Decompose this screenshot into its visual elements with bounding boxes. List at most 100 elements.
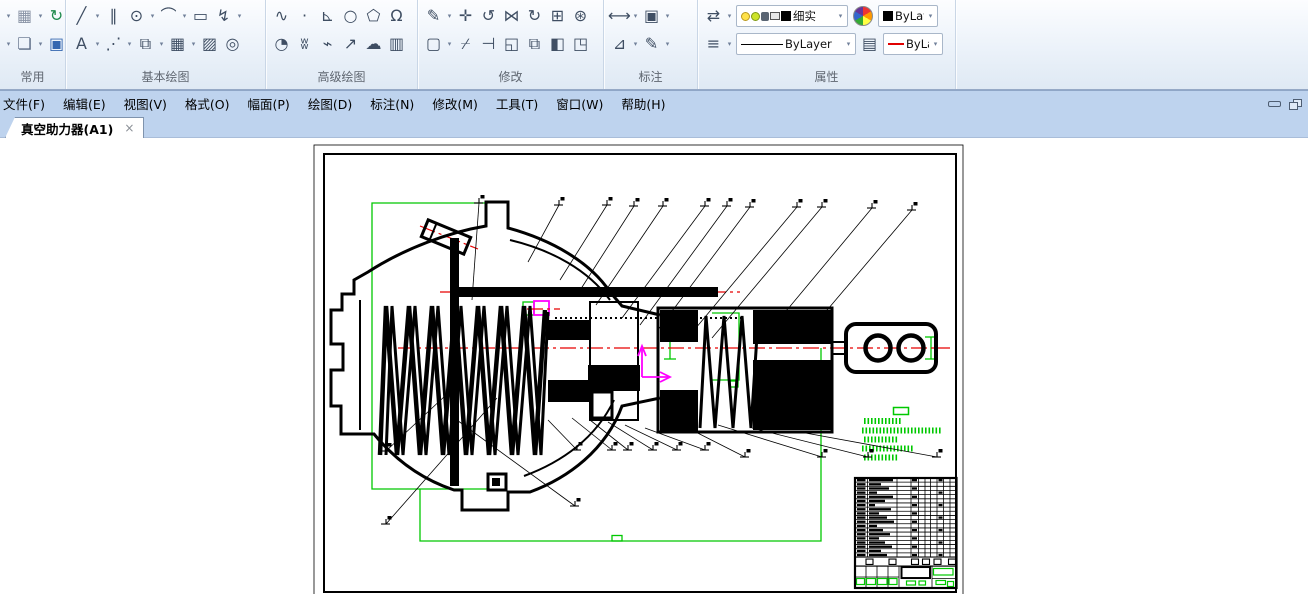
tolerance-icon[interactable]: ▣ bbox=[640, 4, 663, 28]
dropdown-caret[interactable]: ▾ bbox=[725, 12, 734, 20]
line-icon[interactable]: ╱ bbox=[70, 4, 93, 28]
ribbon-group: ⇄▾细实▾ByLay▾≡▾ByLayer▾▤ByLay▾属性 bbox=[698, 0, 956, 89]
dropdown-caret[interactable]: ▾ bbox=[189, 40, 198, 48]
explode-icon[interactable]: ◧ bbox=[546, 32, 569, 56]
dropdown-caret[interactable]: ▾ bbox=[836, 12, 845, 20]
coordinate-dimension-icon[interactable]: ⊿ bbox=[608, 32, 631, 56]
menu-item[interactable]: 工具(T) bbox=[487, 94, 547, 113]
scale-icon[interactable]: ◱ bbox=[500, 32, 523, 56]
ribbon-group-label: 属性 bbox=[702, 67, 951, 89]
menu-item[interactable]: 帮助(H) bbox=[612, 94, 674, 113]
point-guide-icon[interactable]: ⋰ bbox=[102, 32, 125, 56]
menu-item[interactable]: 视图(V) bbox=[115, 94, 176, 113]
text-icon[interactable]: A bbox=[70, 32, 93, 56]
cylinder-body bbox=[658, 308, 832, 432]
tab-drawing[interactable]: 真空助力器(A1) × bbox=[5, 117, 144, 138]
dropdown-caret[interactable]: ▾ bbox=[931, 40, 940, 48]
menu-item[interactable]: 标注(N) bbox=[361, 94, 423, 113]
tab-close-icon[interactable]: × bbox=[124, 121, 134, 135]
rotate-icon[interactable]: ↻ bbox=[523, 4, 546, 28]
dropdown-caret[interactable]: ▾ bbox=[157, 40, 166, 48]
display-window-icon[interactable]: ▣ bbox=[45, 32, 68, 56]
layer-combo[interactable]: 细实▾ bbox=[736, 5, 848, 27]
refresh-icon[interactable]: ↻ bbox=[45, 4, 68, 28]
text-edit-icon[interactable]: ✎ bbox=[640, 32, 663, 56]
copy-icon[interactable]: ⧉ bbox=[523, 32, 546, 56]
arc-icon[interactable]: ⌒ bbox=[157, 4, 180, 28]
arrow-icon[interactable]: ↗ bbox=[339, 32, 362, 56]
rectangle-icon[interactable]: ▭ bbox=[189, 4, 212, 28]
circle-icon[interactable]: ⊙ bbox=[125, 4, 148, 28]
point-icon[interactable]: · bbox=[293, 4, 316, 28]
dropdown-caret[interactable]: ▾ bbox=[663, 12, 672, 20]
dropdown-caret[interactable]: ▾ bbox=[631, 40, 640, 48]
dropdown-caret[interactable]: ▾ bbox=[180, 12, 189, 20]
array-icon[interactable]: ⊞ bbox=[546, 4, 569, 28]
menu-bar: 文件(F)编辑(E)视图(V)格式(O)幅面(P)绘图(D)标注(N)修改(M)… bbox=[0, 90, 1308, 116]
paste-icon[interactable]: ❏ bbox=[13, 32, 36, 56]
erase-icon[interactable]: ✎ bbox=[422, 4, 445, 28]
dropdown-caret[interactable]: ▾ bbox=[844, 40, 853, 48]
table-icon[interactable]: ▦ bbox=[166, 32, 189, 56]
drawing-canvas[interactable] bbox=[0, 138, 1308, 594]
menu-item[interactable]: 修改(M) bbox=[423, 94, 487, 113]
dropdown-caret[interactable]: ▾ bbox=[725, 40, 734, 48]
hatch-icon[interactable]: ▨ bbox=[198, 32, 221, 56]
menu-item[interactable]: 绘图(D) bbox=[299, 94, 361, 113]
mirror-icon[interactable]: ⋈ bbox=[500, 4, 523, 28]
menu-item[interactable]: 编辑(E) bbox=[54, 94, 115, 113]
corner-icon[interactable]: ◳ bbox=[569, 32, 592, 56]
dropdown-caret[interactable]: ▾ bbox=[235, 12, 244, 20]
dropdown-caret[interactable]: ▾ bbox=[4, 40, 13, 48]
linetype-combo[interactable]: ByLayer▾ bbox=[736, 33, 856, 55]
dropdown-caret[interactable]: ▾ bbox=[125, 40, 134, 48]
ellipse-icon[interactable]: ○ bbox=[339, 4, 362, 28]
parallel-lines-icon[interactable]: ∥ bbox=[102, 4, 125, 28]
formula-curve-icon[interactable]: Ω bbox=[385, 4, 408, 28]
dropdown-caret[interactable]: ▾ bbox=[148, 12, 157, 20]
dropdown-caret[interactable]: ▾ bbox=[631, 12, 640, 20]
menu-item[interactable]: 格式(O) bbox=[176, 94, 239, 113]
stretch-icon[interactable]: ▢ bbox=[422, 32, 445, 56]
block-icon[interactable]: ▦ bbox=[13, 4, 36, 28]
cylinder-icon[interactable]: ▥ bbox=[385, 32, 408, 56]
restore-icon[interactable] bbox=[1289, 99, 1302, 110]
image-icon[interactable]: ◎ bbox=[221, 32, 244, 56]
dropdown-caret[interactable]: ▾ bbox=[93, 12, 102, 20]
polyline-icon[interactable]: ↯ bbox=[212, 4, 235, 28]
linewidth-combo[interactable]: ByLay▾ bbox=[883, 33, 943, 55]
minimize-icon[interactable] bbox=[1268, 101, 1281, 107]
menu-item[interactable]: 幅面(P) bbox=[239, 94, 299, 113]
dropdown-caret[interactable]: ▾ bbox=[36, 40, 45, 48]
dropdown-caret[interactable]: ▾ bbox=[445, 12, 454, 20]
trim-icon[interactable]: ⌿ bbox=[454, 32, 477, 56]
dropdown-caret[interactable]: ▾ bbox=[926, 12, 935, 20]
dropdown-caret[interactable]: ▾ bbox=[93, 40, 102, 48]
dropdown-caret[interactable]: ▾ bbox=[36, 12, 45, 20]
menu-item[interactable]: 文件(F) bbox=[0, 94, 54, 113]
wave-line-icon[interactable]: ⌁ bbox=[316, 32, 339, 56]
spring-icon[interactable]: ʬ bbox=[293, 32, 316, 56]
revision-cloud-icon[interactable]: ☁ bbox=[362, 32, 385, 56]
color-combo[interactable]: ByLay▾ bbox=[878, 5, 938, 27]
layer-color-swatch bbox=[781, 11, 791, 21]
dropdown-caret[interactable]: ▾ bbox=[445, 40, 454, 48]
block-create-icon[interactable]: ⧉ bbox=[134, 32, 157, 56]
extend-icon[interactable]: ⊣ bbox=[477, 32, 500, 56]
rotate-copy-icon[interactable]: ↺ bbox=[477, 4, 500, 28]
lineweight-icon[interactable]: ≡ bbox=[702, 32, 725, 56]
dimension-icon[interactable]: ⟷ bbox=[608, 4, 631, 28]
move-icon[interactable]: ✛ bbox=[454, 4, 477, 28]
drawing-viewport[interactable] bbox=[0, 138, 1308, 594]
pie-icon[interactable]: ◔ bbox=[270, 32, 293, 56]
layer-convert-icon[interactable]: ⇄ bbox=[702, 4, 725, 28]
polygon-icon[interactable]: ⬠ bbox=[362, 4, 385, 28]
dropdown-caret[interactable]: ▾ bbox=[663, 40, 672, 48]
offset-icon[interactable]: ⊛ bbox=[569, 4, 592, 28]
menu-item[interactable]: 窗口(W) bbox=[547, 94, 612, 113]
dropdown-caret[interactable]: ▾ bbox=[4, 12, 13, 20]
spline-icon[interactable]: ∿ bbox=[270, 4, 293, 28]
layers-icon[interactable]: ▤ bbox=[858, 32, 881, 56]
color-wheel-icon[interactable] bbox=[853, 6, 873, 26]
axis-icon[interactable]: ⊾ bbox=[316, 4, 339, 28]
